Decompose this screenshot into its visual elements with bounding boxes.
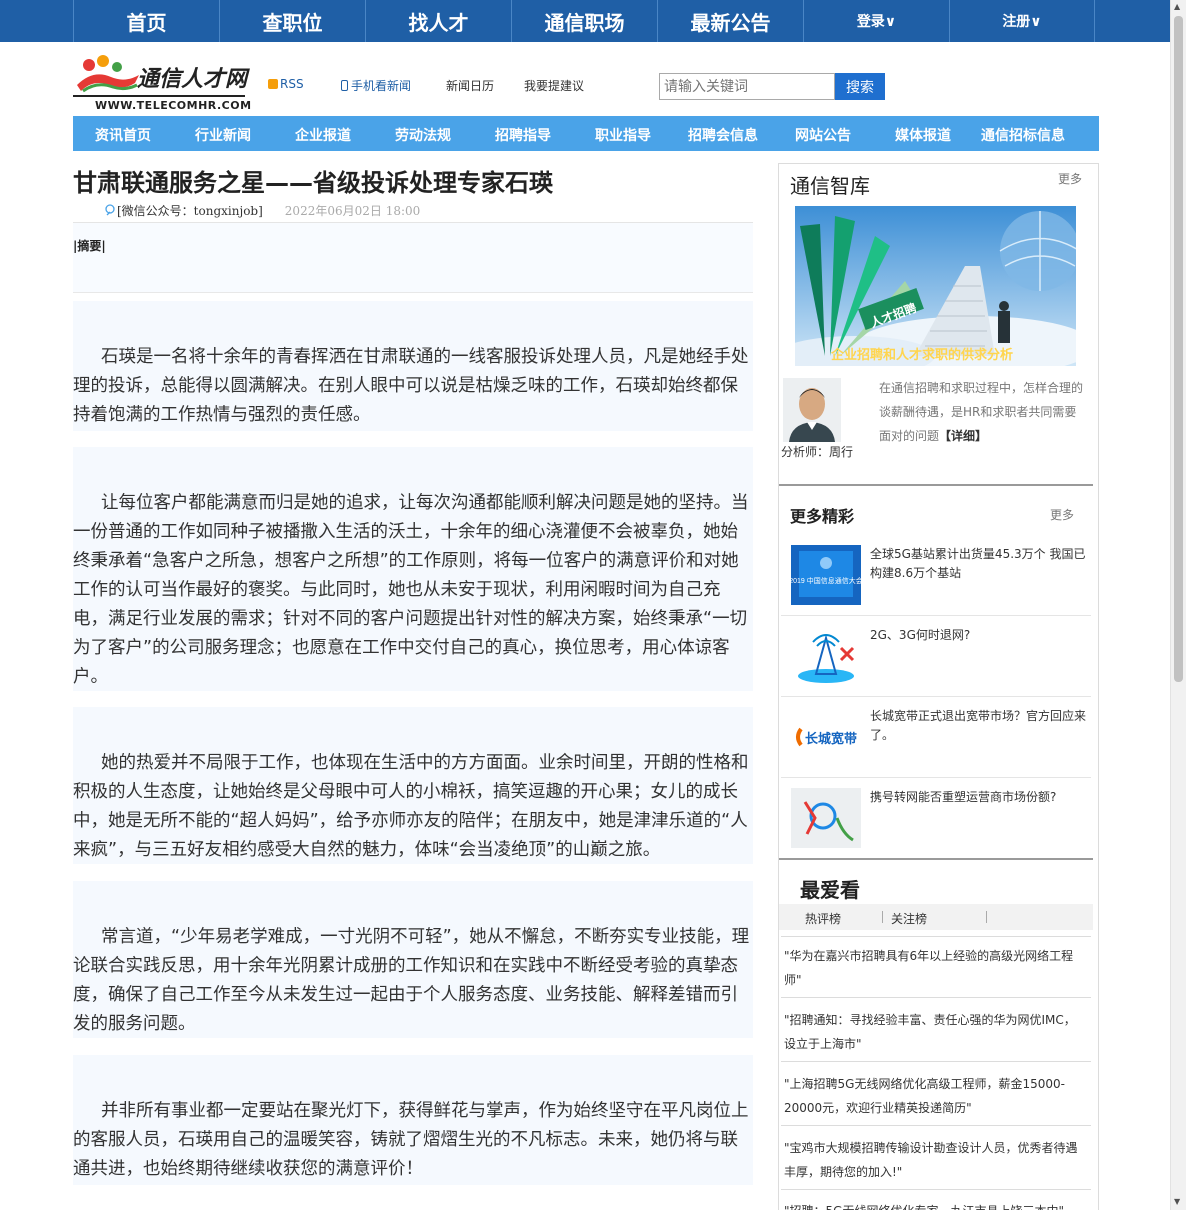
analyst-name: 分析师：周行 — [781, 445, 854, 459]
news-divider — [781, 615, 1091, 616]
number-porting-thumb-icon — [791, 788, 861, 848]
cat-bidding-info[interactable]: 通信招标信息 — [981, 125, 1065, 145]
banner-illustration-icon: 人才招聘 企业招聘和人才求职的供求分析 — [795, 206, 1076, 366]
cat-labor-law[interactable]: 劳动法规 — [395, 125, 451, 145]
think-tank-title: 通信智库 — [790, 174, 870, 198]
hot-item-4[interactable]: "宝鸡市大规模招聘传输设计勘查设计人员，优秀者待遇丰厚，期待您的加入!" — [784, 1136, 1084, 1184]
cat-enterprise-reports[interactable]: 企业报道 — [295, 125, 351, 145]
scroll-up-icon[interactable]: ▲ — [1174, 2, 1180, 11]
cat-career-guide[interactable]: 职业指导 — [595, 125, 651, 145]
tab-most-followed[interactable]: 关注榜 — [891, 910, 927, 927]
top-nav: 首页 查职位 找人才 通信职场 最新公告 登录∨ 注册∨ — [0, 0, 1170, 42]
section-divider — [779, 484, 1093, 486]
article-source[interactable]: [微信公众号：tongxinjob] — [117, 204, 263, 218]
greatwall-logo-thumb-icon: 长城宽带 — [791, 707, 861, 767]
favorites-tabs: 热评榜 关注榜 — [779, 904, 1093, 930]
news-item-3[interactable]: 长城宽带正式退出宽带市场？官方回应来了。 — [870, 707, 1086, 745]
rss-icon — [268, 79, 278, 89]
logo-domain: WWW.TELECOMHR.COM — [95, 99, 252, 112]
think-tank-description: 在通信招聘和求职过程中，怎样合理的谈薪酬待遇，是HR和求职者共同需要面对的问题【… — [879, 376, 1084, 448]
rss-link[interactable]: RSS — [268, 77, 304, 91]
rss-label: RSS — [280, 77, 304, 91]
hot-divider — [781, 936, 1091, 937]
thumb-conference-text: 2019 中国信息通信大会 — [791, 576, 861, 585]
news-divider — [781, 696, 1091, 697]
search-button[interactable]: 搜索 — [835, 73, 885, 100]
news-thumb-4[interactable] — [791, 788, 861, 848]
summary-label: |摘要| — [73, 239, 106, 253]
nav-find-jobs[interactable]: 查职位 — [219, 0, 365, 42]
article-meta: [微信公众号：tongxinjob] 2022年06月02日 18:00 — [105, 202, 420, 219]
conference-thumb-icon: 2019 中国信息通信大会 — [791, 545, 861, 605]
news-thumb-3[interactable]: 长城宽带 — [791, 707, 861, 767]
analyst-photo-icon — [783, 378, 841, 442]
news-item-2[interactable]: 2G、3G何时退网? — [870, 626, 1086, 645]
hot-divider — [781, 1189, 1091, 1190]
mobile-news-link[interactable]: 手机看新闻 — [341, 77, 411, 94]
article-paragraph: 常言道，“少年易老学难成，一寸光阴不可轻”，她从不懈怠，不断夯实专业技能，理论联… — [73, 881, 753, 1038]
hot-divider — [781, 1125, 1091, 1126]
cat-job-fair[interactable]: 招聘会信息 — [688, 125, 758, 145]
mobile-news-label: 手机看新闻 — [351, 79, 412, 93]
tab-divider — [882, 911, 883, 923]
wechat-icon — [105, 204, 115, 216]
article-paragraph: 让每位客户都能满意而归是她的追求，让每次沟通都能顺利解决问题是她的坚持。当一份普… — [73, 447, 753, 691]
cat-site-notice[interactable]: 网站公告 — [795, 125, 851, 145]
hot-item-5[interactable]: "招聘：5G无线网络优化专家，九江市县上饶三本中" — [784, 1199, 1084, 1210]
banner-caption: 企业招聘和人才求职的供求分析 — [830, 347, 1013, 362]
phone-icon — [341, 80, 348, 91]
logo-figures-icon — [77, 55, 139, 93]
nav-home[interactable]: 首页 — [73, 0, 219, 42]
scroll-down-icon[interactable]: ▼ — [1174, 1197, 1180, 1206]
favorites-title: 最爱看 — [800, 878, 860, 902]
analyst-avatar[interactable] — [783, 378, 841, 442]
tab-divider — [986, 911, 987, 923]
news-calendar-link[interactable]: 新闻日历 — [446, 77, 494, 94]
article-title: 甘肃联通服务之星——省级投诉处理专家石瑛 — [73, 169, 553, 197]
hot-item-1[interactable]: "华为在嘉兴市招聘具有6年以上经验的高级光网络工程师" — [784, 944, 1084, 992]
more-highlights-more-link[interactable]: 更多 — [1050, 506, 1074, 523]
login-dropdown[interactable]: 登录∨ — [803, 0, 949, 42]
logo-text: 通信人才网 — [137, 66, 248, 92]
article-date: 2022年06月02日 18:00 — [284, 204, 421, 218]
tab-hot-comments[interactable]: 热评榜 — [805, 910, 841, 927]
article-paragraph: 石瑛是一名将十余年的青春挥洒在甘肃联通的一线客服投诉处理人员，凡是她经手处理的投… — [73, 301, 753, 431]
category-bar: 资讯首页 行业新闻 企业报道 劳动法规 招聘指导 职业指导 招聘会信息 网站公告… — [73, 116, 1099, 151]
hot-item-3[interactable]: "上海招聘5G无线网络优化高级工程师，薪金15000-20000元，欢迎行业精英… — [784, 1072, 1084, 1120]
cat-media-reports[interactable]: 媒体报道 — [895, 125, 951, 145]
news-item-1[interactable]: 全球5G基站累计出货量45.3万个 我国已构建8.6万个基站 — [870, 545, 1086, 583]
vertical-scrollbar[interactable]: ▲ ▼ — [1170, 0, 1186, 1210]
hot-item-2[interactable]: "招聘通知：寻找经验丰富、责任心强的华为网优IMC，设立于上海市" — [784, 1008, 1084, 1056]
cat-news-home[interactable]: 资讯首页 — [95, 125, 151, 145]
register-dropdown[interactable]: 注册∨ — [949, 0, 1095, 42]
news-item-4[interactable]: 携号转网能否重塑运营商市场份额? — [870, 788, 1086, 807]
nav-find-talent[interactable]: 找人才 — [365, 0, 511, 42]
article-paragraph: 她的热爱并不局限于工作，也体现在生活中的方方面面。业余时间里，开朗的性格和积极的… — [73, 707, 753, 864]
hot-divider — [781, 1061, 1091, 1062]
think-tank-detail-link[interactable]: 【详细】 — [939, 429, 987, 443]
site-logo[interactable]: 通信人才网 WWW.TELECOMHR.COM — [73, 55, 253, 115]
hot-divider — [781, 997, 1091, 998]
search-input[interactable] — [659, 73, 835, 100]
logo-underline — [73, 95, 245, 97]
news-divider — [781, 777, 1091, 778]
news-thumb-2[interactable] — [791, 626, 861, 686]
thumb-greatwall-text: 长城宽带 — [805, 731, 857, 746]
more-highlights-title: 更多精彩 — [790, 507, 855, 526]
article-paragraph: 并非所有事业都一定要站在聚光灯下，获得鲜花与掌声，作为始终坚守在平凡岗位上的客服… — [73, 1055, 753, 1185]
news-thumb-1[interactable]: 2019 中国信息通信大会 — [791, 545, 861, 605]
think-tank-banner[interactable]: 人才招聘 企业招聘和人才求职的供求分析 — [795, 206, 1076, 366]
tower-thumb-icon — [791, 626, 861, 686]
suggestion-link[interactable]: 我要提建议 — [524, 77, 584, 94]
scrollbar-thumb[interactable] — [1174, 16, 1183, 682]
nav-announcements[interactable]: 最新公告 — [657, 0, 803, 42]
cat-recruit-guide[interactable]: 招聘指导 — [495, 125, 551, 145]
think-tank-more-link[interactable]: 更多 — [1058, 170, 1082, 187]
cat-industry-news[interactable]: 行业新闻 — [195, 125, 251, 145]
nav-telecom-workplace[interactable]: 通信职场 — [511, 0, 657, 42]
sidebar: 通信智库 更多 人才招聘 企业招聘和人才求职的供求分析 分析师：周行 在通信招聘… — [778, 163, 1099, 1210]
article-summary: |摘要| — [73, 223, 753, 293]
section-divider — [779, 858, 1093, 860]
